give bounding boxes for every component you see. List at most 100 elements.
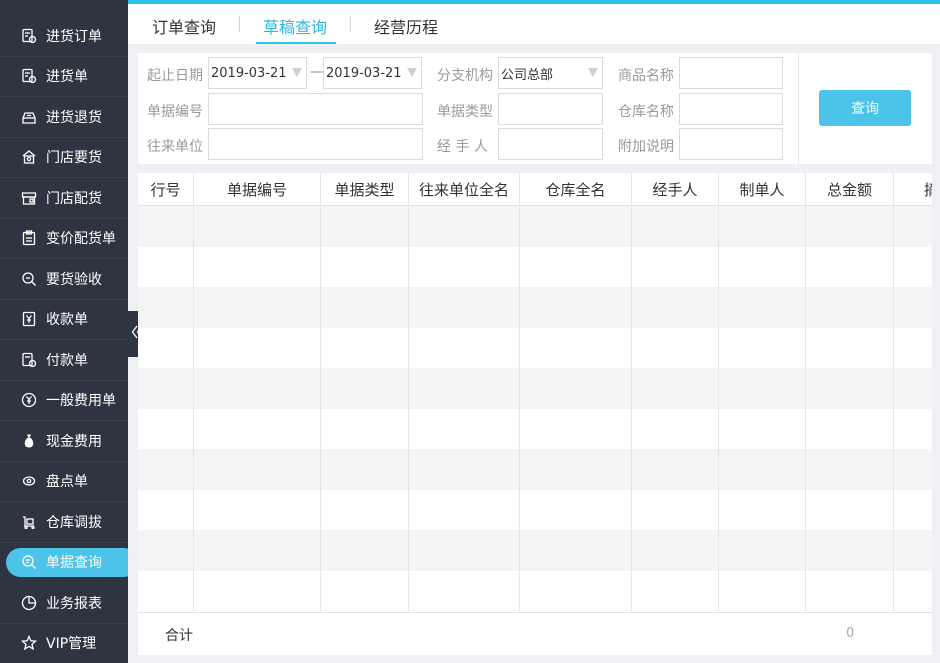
tab-divider	[239, 16, 240, 32]
table-row[interactable]	[138, 449, 932, 490]
sidebar-item-label: 现金费用	[46, 433, 102, 450]
table-header: 行号 单据编号 单据类型 往来单位全名 仓库全名 经手人 制单人 总金额 摘	[138, 173, 932, 206]
active-tab-underline	[256, 42, 336, 44]
purchase-order-icon	[20, 27, 38, 45]
column-header-creator[interactable]: 制单人	[719, 173, 806, 206]
store-distribution-icon	[20, 189, 38, 207]
handler-input[interactable]	[498, 128, 603, 160]
column-header-doc-no[interactable]: 单据编号	[194, 173, 321, 206]
date-range-label: 起止日期	[147, 68, 203, 84]
date-separator: —	[310, 64, 324, 80]
sidebar-item-label: VIP管理	[46, 636, 97, 653]
total-label: 合计	[165, 628, 193, 644]
sidebar-top-spacer	[0, 0, 128, 16]
tab-draft-query[interactable]: 草稿查询	[263, 14, 327, 38]
table-row[interactable]	[138, 327, 932, 368]
sidebar-item-cash-expense[interactable]: 现金费用	[0, 421, 128, 462]
table-row[interactable]	[138, 489, 932, 530]
branch-select[interactable]: 公司总部	[498, 57, 603, 89]
sidebar-item-purchase-order[interactable]: 进货订单	[0, 16, 128, 57]
table-row[interactable]	[138, 368, 932, 409]
dropdown-arrow-icon	[588, 68, 598, 77]
payment-icon	[20, 351, 38, 369]
table-row[interactable]	[138, 246, 932, 287]
dropdown-arrow-icon	[292, 68, 302, 77]
sidebar-item-label: 变价配货单	[46, 231, 116, 248]
note-label: 附加说明	[618, 139, 674, 155]
sidebar-item-label: 仓库调拔	[46, 514, 102, 531]
sidebar-item-business-report[interactable]: 业务报表	[0, 583, 128, 624]
price-change-icon	[20, 229, 38, 247]
partner-label: 往来单位	[147, 139, 203, 155]
doc-number-label: 单据编号	[147, 104, 203, 120]
column-header-partner[interactable]: 往来单位全名	[409, 173, 520, 206]
filter-panel: 起止日期 2019-03-21 — 2019-03-21 分支机构 公司总部 商…	[138, 53, 932, 164]
column-header-doc-type[interactable]: 单据类型	[321, 173, 409, 206]
branch-value: 公司总部	[501, 67, 554, 83]
document-search-icon	[20, 553, 38, 571]
sidebar-item-inventory[interactable]: 盘点单	[0, 462, 128, 502]
table-row[interactable]	[138, 530, 932, 571]
tab-order-query[interactable]: 订单查询	[152, 14, 216, 38]
sidebar-item-label: 一般费用单	[46, 393, 116, 410]
doc-number-input[interactable]	[208, 93, 423, 125]
purchase-return-icon	[20, 108, 38, 126]
product-name-label: 商品名称	[618, 68, 674, 84]
sidebar-item-label: 单据查询	[46, 555, 102, 572]
warehouse-name-input[interactable]	[679, 93, 783, 125]
sidebar-item-general-expense[interactable]: 一般费用单	[0, 381, 128, 421]
sidebar-item-purchase-return[interactable]: 进货退货	[0, 97, 128, 138]
doc-type-label: 单据类型	[437, 104, 493, 120]
date-from-field[interactable]: 2019-03-21	[208, 57, 307, 89]
sidebar-item-price-change[interactable]: 变价配货单	[0, 219, 128, 259]
money-bag-icon	[20, 432, 38, 450]
sidebar-item-label: 进货退货	[46, 109, 102, 126]
sidebar-item-store-request[interactable]: 门店要货	[0, 138, 128, 178]
query-button[interactable]: 查询	[819, 90, 911, 126]
sidebar-item-vip[interactable]: VIP管理	[0, 624, 128, 663]
sidebar-item-label: 业务报表	[46, 595, 102, 612]
top-accent-bar	[128, 0, 940, 4]
column-header-warehouse[interactable]: 仓库全名	[520, 173, 632, 206]
sidebar-item-label: 要货验收	[46, 271, 102, 288]
column-header-row-no[interactable]: 行号	[138, 173, 194, 206]
column-header-total[interactable]: 总金额	[806, 173, 894, 206]
table-row[interactable]	[138, 206, 932, 247]
request-inspection-icon	[20, 270, 38, 288]
table-footer: 合计 0	[138, 612, 932, 655]
table-body	[138, 206, 932, 612]
warehouse-transfer-icon	[20, 513, 38, 531]
purchase-slip-icon	[20, 67, 38, 85]
sidebar-item-label: 付款单	[46, 352, 88, 369]
pie-chart-icon	[20, 594, 38, 612]
sidebar-item-label: 盘点单	[46, 474, 88, 491]
sidebar-item-payment[interactable]: 付款单	[0, 340, 128, 381]
sidebar-item-label: 进货订单	[46, 28, 102, 45]
partner-input[interactable]	[208, 128, 423, 160]
table-row[interactable]	[138, 408, 932, 449]
date-to-value: 2019-03-21	[326, 65, 402, 81]
tab-bar: 订单查询 草稿查询 经营历程	[128, 0, 940, 44]
tab-divider	[350, 16, 351, 32]
sidebar-item-store-distribution[interactable]: 门店配货	[0, 178, 128, 219]
tab-business-history[interactable]: 经营历程	[374, 14, 438, 38]
sidebar-item-label: 进货单	[46, 69, 88, 86]
dropdown-arrow-icon	[407, 68, 417, 77]
sidebar-item-document-search[interactable]: 单据查询	[0, 543, 128, 584]
sidebar-item-purchase-slip[interactable]: 进货单	[0, 57, 128, 97]
sidebar-item-request-inspection[interactable]: 要货验收	[0, 259, 128, 300]
sidebar: 进货订单 进货单 进货退货 门店要货 门店配货 变价配货单 要货验收 收款单 付…	[0, 0, 128, 663]
doc-type-input[interactable]	[498, 93, 603, 125]
table-row[interactable]	[138, 287, 932, 328]
sidebar-item-warehouse-transfer[interactable]: 仓库调拔	[0, 502, 128, 543]
sidebar-item-receipt[interactable]: 收款单	[0, 300, 128, 340]
date-to-field[interactable]: 2019-03-21	[323, 57, 422, 89]
product-name-input[interactable]	[679, 57, 783, 89]
sidebar-item-label: 收款单	[46, 312, 88, 329]
warehouse-name-label: 仓库名称	[618, 104, 674, 120]
column-header-summary[interactable]: 摘	[894, 173, 932, 206]
sidebar-item-label: 门店配货	[46, 190, 102, 207]
column-header-handler[interactable]: 经手人	[632, 173, 719, 206]
note-input[interactable]	[679, 128, 783, 160]
table-row[interactable]	[138, 570, 932, 611]
